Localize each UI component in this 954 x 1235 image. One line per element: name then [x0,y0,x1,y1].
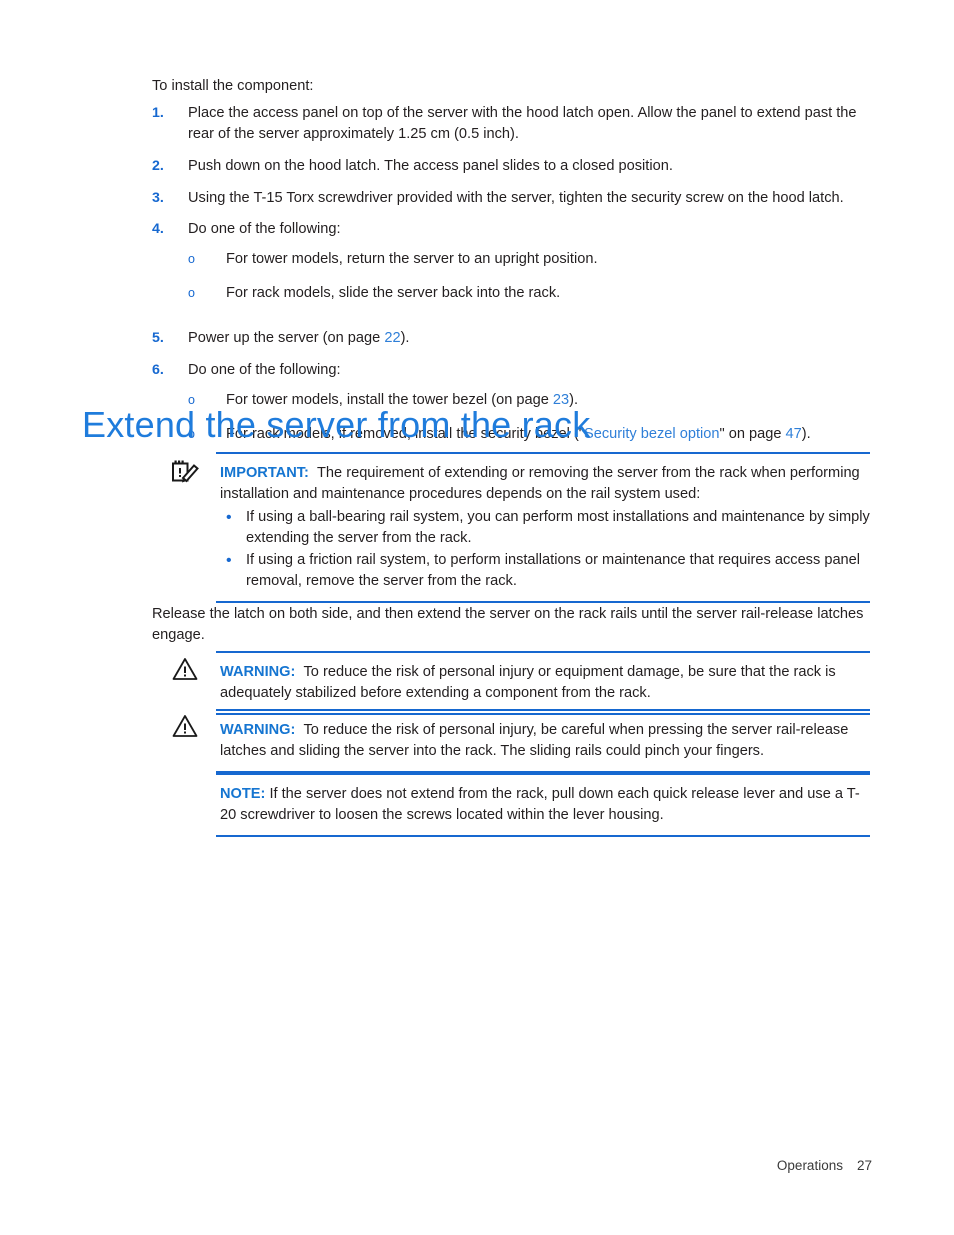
step-text: Power up the server (on page 22). [188,328,874,349]
sub-item-text: For rack models, slide the server back i… [226,285,561,302]
footer-page-number: 27 [856,1158,872,1173]
warning-label: WARNING: [220,664,296,680]
step-text: Place the access panel on top of the ser… [188,105,857,142]
important-label: IMPORTANT: [220,465,309,481]
important-bullet-list: • If using a ball-bearing rail system, y… [220,507,870,592]
note-body: NOTE: If the server does not extend from… [216,784,870,826]
step-text-group: Do one of the following: o For tower mod… [188,219,874,317]
note-callout: NOTE: If the server does not extend from… [216,773,870,837]
warning-callout-2: WARNING: To reduce the risk of personal … [216,709,870,773]
sub-list: o For tower models, return the server to… [188,249,874,305]
step-text: Do one of the following: [188,221,341,238]
step-text-before: Power up the server (on page [188,330,385,347]
step-number: 6. [152,361,164,378]
step-number: 1. [152,105,164,121]
list-item: 2. Push down on the hood latch. The acce… [152,156,874,177]
page-footer: Operations 27 [777,1158,872,1173]
sub-text-mid: " on page [719,425,786,442]
important-callout: IMPORTANT: The requirement of extending … [216,452,870,604]
bullet-dot-icon: • [226,508,232,526]
step-text-after: ). [400,330,410,347]
sub-text-after: ). [801,425,811,442]
step-number: 5. [152,330,164,347]
step-number: 4. [152,221,164,238]
step-text: Push down on the hood latch. The access … [188,157,673,174]
step-text: Using the T-15 Torx screwdriver provided… [188,189,844,206]
sub-item-text: For tower models, return the server to a… [226,251,598,268]
page-link-22[interactable]: 22 [384,330,400,346]
sub-bullet-marker: o [188,286,195,301]
note-text: If the server does not extend from the r… [220,786,860,823]
important-body: IMPORTANT: The requirement of extending … [220,463,870,505]
warning-text: To reduce the risk of personal injury or… [220,664,836,701]
list-item: 4. Do one of the following: o For tower … [152,219,874,317]
warning-triangle-icon [172,714,202,744]
bullet-text: If using a ball-bearing rail system, you… [246,508,870,546]
warning-body: WARNING: To reduce the risk of personal … [216,662,870,704]
list-item: • If using a ball-bearing rail system, y… [220,507,870,549]
security-bezel-option-link[interactable]: Security bezel option [584,426,719,442]
list-item: o For tower models, return the server to… [188,249,874,271]
note-label: NOTE: [220,786,266,802]
release-latch-paragraph: Release the latch on both side, and then… [152,606,864,643]
list-item: • If using a friction rail system, to pe… [220,550,870,592]
step-text: Do one of the following: [188,361,341,378]
bullet-text: If using a friction rail system, to perf… [246,552,861,590]
bullet-dot-icon: • [226,552,232,570]
list-item: 5. Power up the server (on page 22). [152,328,874,349]
warning-label: WARNING: [220,722,296,738]
warning-callout-1: WARNING: To reduce the risk of personal … [216,651,870,715]
step-number: 3. [152,189,164,206]
page-link-47[interactable]: 47 [786,426,802,442]
note-pencil-icon [170,458,200,488]
important-text: The requirement of extending or removing… [220,465,860,502]
list-item: 3. Using the T-15 Torx screwdriver provi… [152,188,874,209]
warning-text: To reduce the risk of personal injury, b… [220,722,849,759]
page-title: Extend the server from the rack [82,404,591,445]
footer-section-name: Operations [776,1158,843,1173]
list-item: 1. Place the access panel on top of the … [152,103,874,145]
document-page: To install the component: 1. Place the a… [0,0,954,1235]
warning-body: WARNING: To reduce the risk of personal … [216,720,870,762]
intro-text: To install the component: [152,78,314,94]
step-number: 2. [152,157,164,174]
sub-bullet-marker: o [188,252,195,267]
list-item: o For rack models, slide the server back… [188,283,874,305]
warning-triangle-icon [172,657,202,687]
